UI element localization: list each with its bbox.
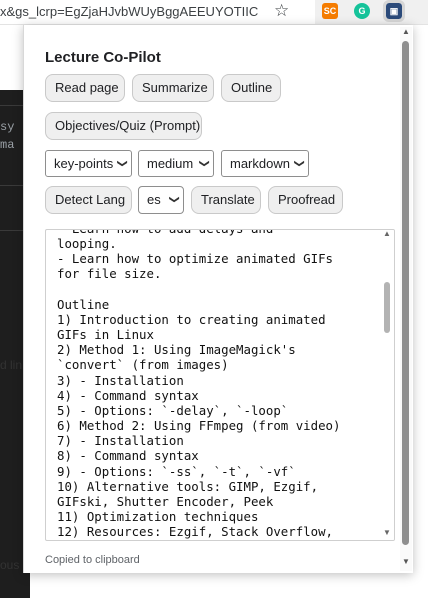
browser-toolbar: x&gs_lcrp=EgZjaHJvbWUyBggAEEUYOTIICA... … <box>0 0 428 25</box>
chevron-down-icon: ❯ <box>116 159 128 168</box>
length-select-value: medium <box>147 156 194 171</box>
language-select[interactable]: es ❯ <box>138 186 184 214</box>
popup-title: Lecture Co-Pilot <box>45 49 161 66</box>
background-snippet: sy <box>0 120 15 134</box>
scroll-up-arrow-icon[interactable]: ▲ <box>402 27 410 36</box>
background-snippet: ous <box>0 558 20 572</box>
language-select-value: es <box>147 192 161 207</box>
length-select[interactable]: medium ❯ <box>138 150 214 177</box>
address-bar-url[interactable]: x&gs_lcrp=EgZjaHJvbWUyBggAEEUYOTIICA... <box>0 4 258 19</box>
translate-button[interactable]: Translate <box>191 186 261 214</box>
scroll-down-arrow-icon[interactable]: ▼ <box>383 528 391 537</box>
grammarly-icon[interactable]: G <box>354 3 370 19</box>
popup-scrollbar-thumb[interactable] <box>402 41 409 545</box>
output-scrollbar[interactable]: ▲ ▼ <box>380 230 394 540</box>
objectives-quiz-button[interactable]: Objectives/Quiz (Prompt) <box>45 112 202 140</box>
output-scrollbar-thumb[interactable] <box>384 282 390 333</box>
status-message: Copied to clipboard <box>45 554 140 566</box>
chevron-down-icon: ❯ <box>198 159 210 168</box>
proofread-button[interactable]: Proofread <box>268 186 343 214</box>
background-snippet: ma <box>0 138 15 152</box>
copilot-extension-icon[interactable]: ▣ <box>383 0 405 22</box>
extension-popup: Lecture Co-Pilot Read page Summarize Out… <box>23 25 413 573</box>
scroll-down-arrow-icon[interactable]: ▼ <box>402 557 410 566</box>
mode-select-value: key-points <box>54 156 114 171</box>
mode-select[interactable]: key-points ❯ <box>45 150 132 177</box>
read-page-button[interactable]: Read page <box>45 74 125 102</box>
output-text: - Learn how to add delays and looping. -… <box>57 230 341 540</box>
outline-button[interactable]: Outline <box>221 74 281 102</box>
scroll-up-arrow-icon[interactable]: ▲ <box>383 230 391 238</box>
format-select[interactable]: markdown ❯ <box>221 150 309 177</box>
popup-scrollbar[interactable]: ▲ ▼ <box>400 27 412 571</box>
format-select-value: markdown <box>230 156 290 171</box>
chevron-down-icon: ❯ <box>168 195 180 204</box>
output-textarea[interactable]: - Learn how to add delays and looping. -… <box>45 229 395 541</box>
detect-lang-button[interactable]: Detect Lang <box>45 186 132 214</box>
chevron-down-icon: ❯ <box>293 159 305 168</box>
star-icon[interactable]: ☆ <box>274 1 289 21</box>
background-snippet: d lin <box>0 358 23 372</box>
summarize-button[interactable]: Summarize <box>132 74 214 102</box>
sc-extension-icon[interactable]: SC <box>322 3 338 19</box>
